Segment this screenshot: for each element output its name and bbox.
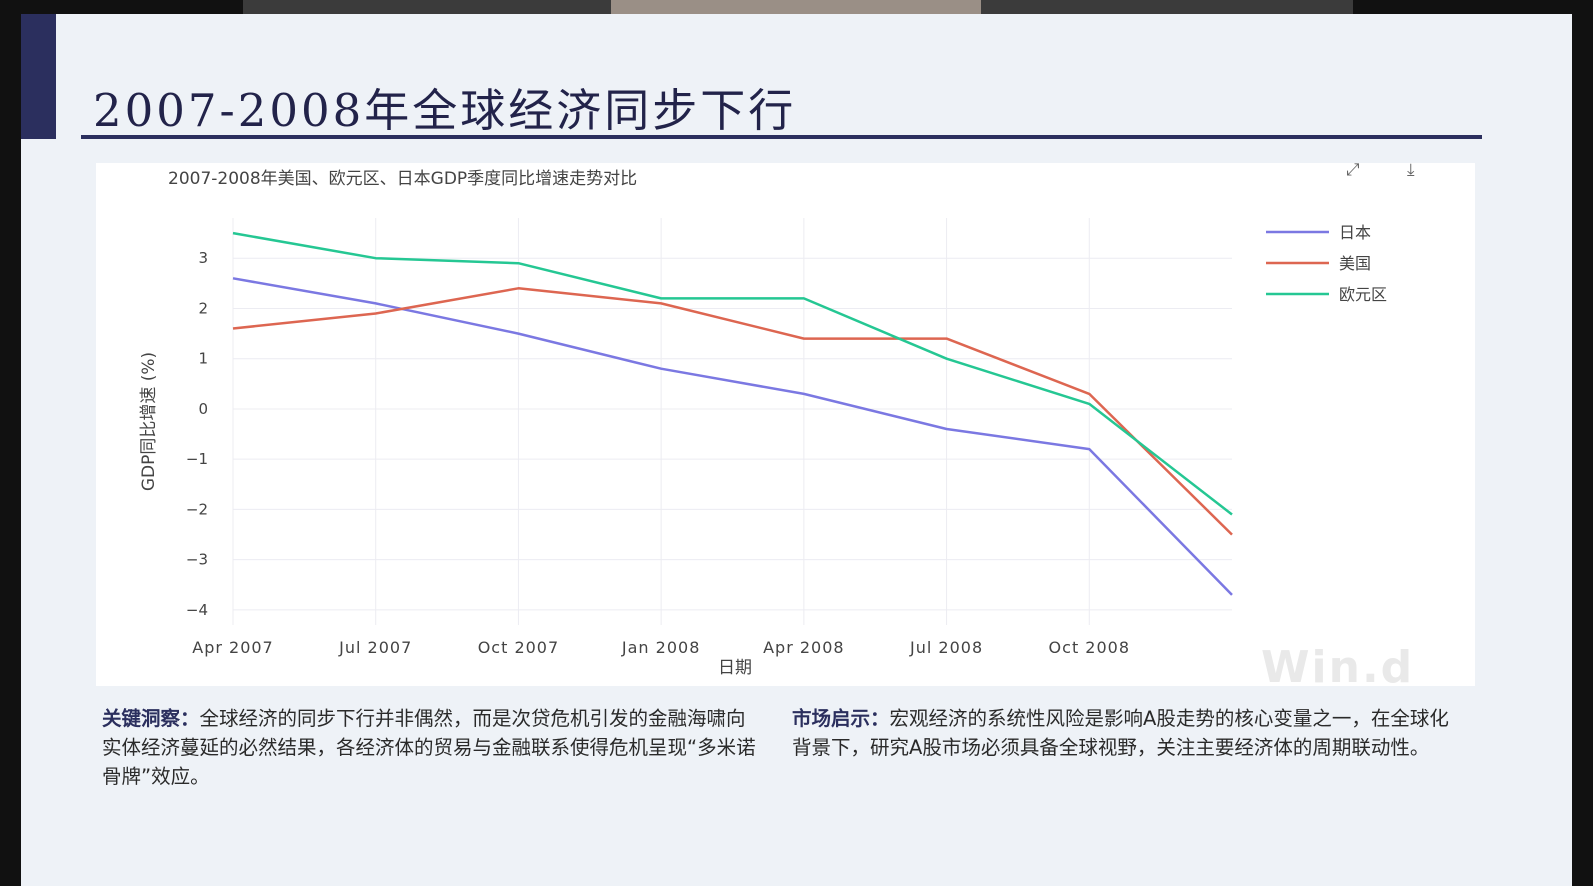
chart-watermark: Win.d	[1261, 642, 1415, 693]
presentation-slide: 2007-2008年全球经济同步下行 2007-2008年美国、欧元区、日本GD…	[21, 14, 1572, 886]
chart-title: 2007-2008年美国、欧元区、日本GDP季度同比增速走势对比	[168, 169, 637, 189]
y-tick-label: 2	[198, 299, 208, 317]
key-insight-label: 关键洞察：	[102, 707, 200, 730]
y-tick-label: −2	[186, 500, 208, 518]
series-line	[232, 287, 1233, 536]
y-tick-label: −1	[186, 450, 208, 468]
x-axis-label: 日期	[718, 658, 752, 678]
x-tick-label: Apr 2008	[763, 638, 844, 657]
title-accent-bar	[21, 14, 56, 139]
presenter-video-thumbnail	[611, 0, 981, 14]
x-tick-label: Apr 2007	[192, 638, 273, 657]
market-implication-label: 市场启示：	[792, 707, 890, 730]
y-tick-label: −4	[186, 601, 208, 619]
y-axis-label: GDP同比增速 (%)	[139, 352, 159, 491]
market-implication-note: 市场启示：宏观经济的系统性风险是影响A股走势的核心变量之一，在全球化背景下，研究…	[792, 704, 1452, 762]
title-underline	[81, 135, 1482, 139]
x-tick-label: Jul 2007	[338, 638, 412, 657]
x-tick-label: Jul 2008	[909, 638, 983, 657]
expand-icon[interactable]: ⤢	[1346, 160, 1360, 180]
series-line	[232, 277, 1233, 596]
y-tick-label: 1	[198, 350, 208, 368]
x-tick-label: Oct 2007	[478, 638, 559, 657]
y-tick-label: 0	[198, 400, 208, 418]
line-chart: 2007-2008年美国、欧元区、日本GDP季度同比增速走势对比 3 2 1 0 −1 −2…	[139, 169, 1387, 678]
y-tick-label: 3	[198, 249, 208, 267]
x-tick-label: Oct 2008	[1049, 638, 1130, 657]
chart-card: 2007-2008年美国、欧元区、日本GDP季度同比增速走势对比 3 2 1 0 −1 −2…	[96, 163, 1475, 686]
key-insight-text: 全球经济的同步下行并非偶然，而是次贷危机引发的金融海啸向实体经济蔓延的必然结果，…	[102, 707, 756, 788]
series-line	[232, 231, 1233, 516]
y-tick-label: −3	[186, 551, 208, 569]
download-icon[interactable]: ⤓	[1407, 160, 1415, 180]
key-insight-note: 关键洞察：全球经济的同步下行并非偶然，而是次贷危机引发的金融海啸向实体经济蔓延的…	[102, 704, 762, 791]
legend-label: 欧元区	[1339, 285, 1387, 304]
market-implication-text: 宏观经济的系统性风险是影响A股走势的核心变量之一，在全球化背景下，研究A股市场必…	[792, 707, 1449, 759]
x-tick-label: Jan 2008	[621, 638, 700, 657]
legend-label: 美国	[1339, 254, 1371, 273]
slide-title: 2007-2008年全球经济同步下行	[93, 84, 797, 137]
legend-label: 日本	[1339, 223, 1371, 242]
